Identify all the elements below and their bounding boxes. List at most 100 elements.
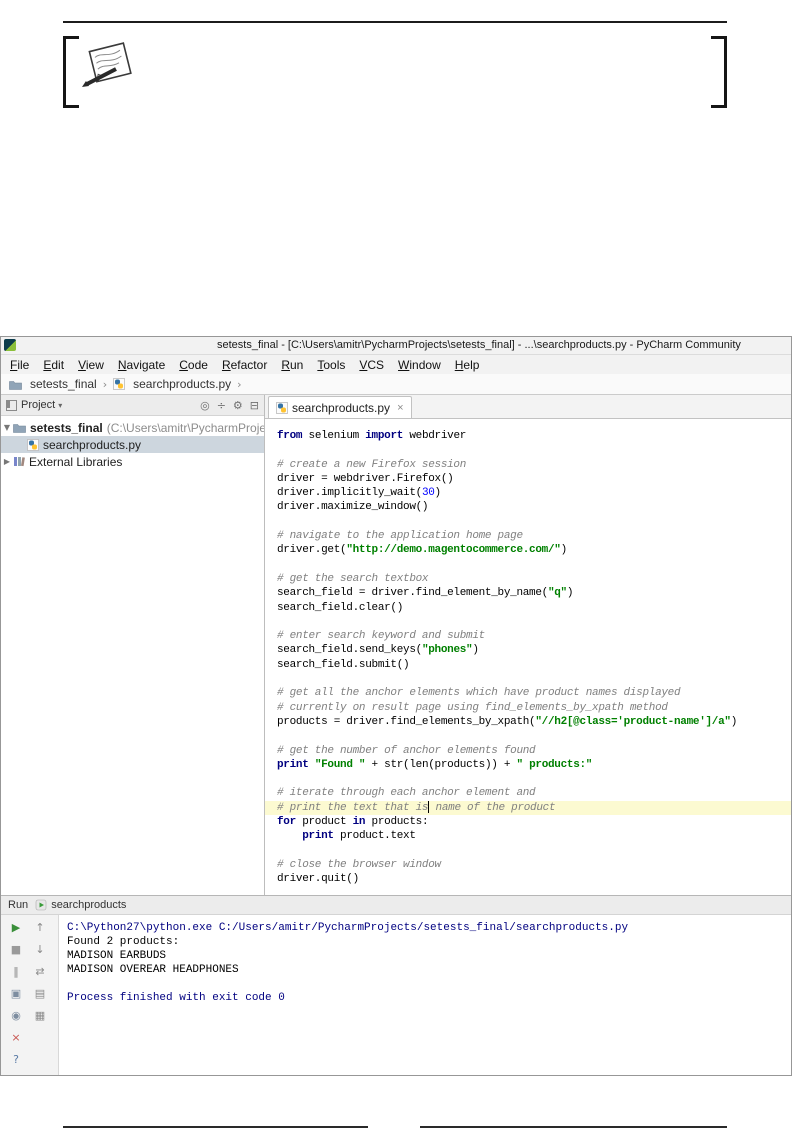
code-editor[interactable]: from selenium import webdriver # create …	[265, 419, 791, 895]
down-stack-icon[interactable]: ↓	[32, 942, 48, 958]
menu-item-code[interactable]: Code	[172, 357, 215, 373]
close-icon[interactable]: ×	[8, 1030, 24, 1046]
print-icon[interactable]: ▤	[32, 986, 48, 1002]
book-page: setests_final - [C:\Users\amitr\PycharmP…	[0, 0, 792, 1142]
code-line[interactable]	[265, 672, 791, 686]
chevron-down-icon[interactable]: ▼	[1, 423, 13, 432]
code-line[interactable]: driver.maximize_window()	[265, 500, 791, 514]
chevron-right-icon: ›	[102, 377, 108, 391]
code-line[interactable]	[265, 772, 791, 786]
run-tab-searchproducts[interactable]: searchproducts	[35, 899, 126, 911]
console-line: MADISON OVEREAR HEADPHONES	[67, 964, 239, 976]
code-line[interactable]: # currently on result page using find_el…	[265, 701, 791, 715]
window-title: setests_final - [C:\Users\amitr\PycharmP…	[217, 339, 741, 351]
up-stack-icon[interactable]: ↑	[32, 920, 48, 936]
footer-rule-right	[420, 1126, 727, 1128]
code-line[interactable]	[265, 615, 791, 629]
close-icon[interactable]: ×	[397, 402, 403, 414]
run-panel-body: ▶ ■ ‖ ▣ ◉ ×? ↑ ↓ ⇄ ▤ ▦ C:\Python27\python.exe C:/…	[1, 915, 791, 1075]
breadcrumb-project-label: setests_final	[30, 377, 97, 391]
code-line[interactable]: # iterate through each anchor element an…	[265, 786, 791, 800]
code-line[interactable]	[265, 558, 791, 572]
restore-layout-icon[interactable]: ▣	[8, 986, 24, 1002]
pause-output-icon[interactable]: ‖	[8, 964, 24, 980]
run-panel-header: Run searchproducts	[1, 896, 791, 915]
code-line[interactable]: search_field = driver.find_element_by_na…	[265, 586, 791, 600]
breadcrumb-file-label: searchproducts.py	[133, 377, 232, 391]
console-line: C:\Python27\python.exe C:/Users/amitr/Py…	[67, 922, 629, 934]
menu-bar: File Edit View Navigate Code Refactor Run Tools…	[1, 355, 791, 374]
hide-panel-icon[interactable]: ⊟	[250, 400, 259, 411]
menu-item-file[interactable]: File	[3, 357, 36, 373]
chevron-down-icon[interactable]: ▾	[58, 401, 62, 410]
chevron-right-icon[interactable]: ▶	[1, 457, 13, 466]
editor-tab-label: searchproducts.py	[292, 400, 391, 415]
code-line[interactable]: driver = webdriver.Firefox()	[265, 472, 791, 486]
stop-icon[interactable]: ■	[8, 942, 24, 958]
code-line[interactable]: driver.implicitly_wait(30)	[265, 486, 791, 500]
code-line[interactable]: # create a new Firefox session	[265, 458, 791, 472]
clear-all-icon[interactable]: ▦	[32, 1008, 48, 1024]
console-line: Process finished with exit code 0	[67, 992, 285, 1004]
menu-item-vcs[interactable]: VCS	[352, 357, 391, 373]
collapse-all-icon[interactable]: ÷	[217, 400, 226, 411]
code-line[interactable]: # get all the anchor elements which have…	[265, 686, 791, 700]
code-line[interactable]	[265, 443, 791, 457]
code-line[interactable]	[265, 515, 791, 529]
note-bracket-right	[724, 36, 727, 108]
ide-main-area: Project ▾ ◎ ÷ ⚙ ⊟ ▼ setests_final (C:\Users…	[1, 395, 791, 895]
code-line[interactable]: for product in products:	[265, 815, 791, 829]
code-line[interactable]: print product.text	[265, 829, 791, 843]
code-line[interactable]: driver.quit()	[265, 872, 791, 886]
code-line[interactable]: products = driver.find_elements_by_xpath…	[265, 715, 791, 729]
tree-libraries-label: External Libraries	[29, 454, 123, 469]
help-icon[interactable]: ?	[8, 1052, 24, 1068]
code-line[interactable]: # close the browser window	[265, 858, 791, 872]
code-line[interactable]: # print the text that is name of the pro…	[265, 800, 791, 816]
run-console[interactable]: C:\Python27\python.exe C:/Users/amitr/Py…	[59, 915, 791, 1075]
editor-tab-bar: searchproducts.py ×	[265, 395, 791, 419]
menu-item-run[interactable]: Run	[274, 357, 310, 373]
tree-item-searchproducts[interactable]: searchproducts.py	[1, 436, 264, 453]
menu-item-navigate[interactable]: Navigate	[111, 357, 172, 373]
tree-item-external-libraries[interactable]: ▶ External Libraries	[1, 453, 264, 470]
soft-wrap-icon[interactable]: ⇄	[32, 964, 48, 980]
code-line[interactable]: # navigate to the application home page	[265, 529, 791, 543]
code-line[interactable]: search_field.send_keys("phones")	[265, 643, 791, 657]
tree-item-project-root[interactable]: ▼ setests_final (C:\Users\amitr\PycharmP…	[1, 419, 264, 436]
footer-rule-left	[63, 1126, 368, 1128]
menu-item-view[interactable]: View	[71, 357, 111, 373]
project-panel-title: Project	[21, 399, 56, 411]
menu-item-tools[interactable]: Tools	[310, 357, 352, 373]
menu-item-edit[interactable]: Edit	[36, 357, 71, 373]
code-line[interactable]: # get the search textbox	[265, 572, 791, 586]
menu-item-help[interactable]: Help	[448, 357, 487, 373]
scroll-from-source-icon[interactable]: ◎	[200, 400, 210, 411]
settings-icon[interactable]: ⚙	[233, 400, 243, 411]
code-line[interactable]: driver.get("http://demo.magentocommerce.…	[265, 543, 791, 557]
code-line[interactable]: from selenium import webdriver	[265, 429, 791, 443]
menu-item-refactor[interactable]: Refactor	[215, 357, 274, 373]
code-line[interactable]: # enter search keyword and submit	[265, 629, 791, 643]
breadcrumb-file[interactable]: searchproducts.py	[113, 377, 231, 391]
code-line[interactable]	[265, 844, 791, 858]
breadcrumb-project[interactable]: setests_final	[9, 377, 97, 391]
code-line[interactable]: search_field.clear()	[265, 601, 791, 615]
code-line[interactable]	[265, 729, 791, 743]
window-title-bar[interactable]: setests_final - [C:\Users\amitr\PycharmP…	[1, 337, 791, 355]
code-line[interactable]: search_field.submit()	[265, 658, 791, 672]
editor-area: searchproducts.py × from selenium import…	[265, 395, 791, 895]
rerun-icon[interactable]: ▶	[8, 920, 24, 936]
editor-tab-searchproducts[interactable]: searchproducts.py ×	[268, 396, 412, 418]
project-panel-header: Project ▾ ◎ ÷ ⚙ ⊟	[1, 395, 264, 416]
tree-root-path: (C:\Users\amitr\PycharmProjects\sete	[106, 420, 264, 435]
run-toolbar-col1: ▶ ■ ‖ ▣ ◉ ×?	[5, 920, 27, 1075]
menu-item-window[interactable]: Window	[391, 357, 448, 373]
run-toolbar: ▶ ■ ‖ ▣ ◉ ×? ↑ ↓ ⇄ ▤ ▦	[1, 915, 59, 1075]
code-line[interactable]: print "Found " + str(len(products)) + " …	[265, 758, 791, 772]
note-bracket-left	[63, 36, 66, 108]
code-line[interactable]: # get the number of anchor elements foun…	[265, 744, 791, 758]
pin-tab-icon[interactable]: ◉	[8, 1008, 24, 1024]
python-file-icon	[113, 378, 126, 390]
